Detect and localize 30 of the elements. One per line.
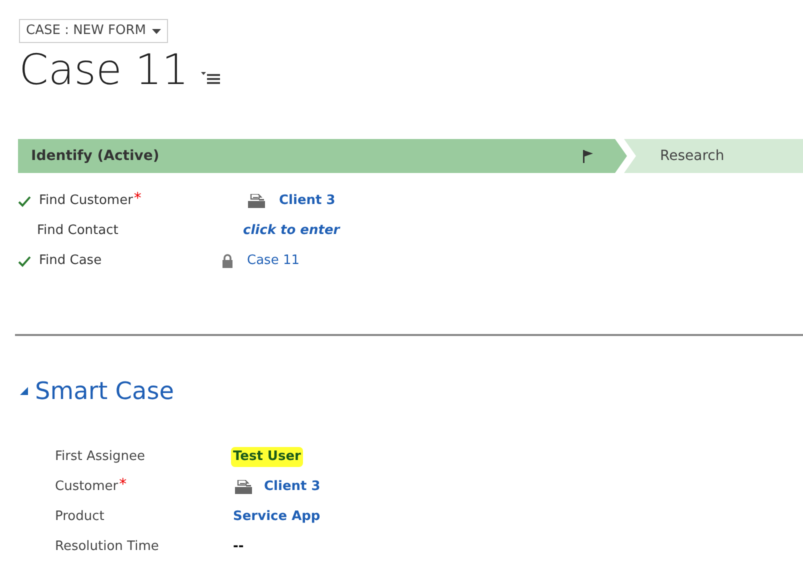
section-title: Smart Case (35, 376, 174, 406)
step-label: Find Customer (39, 192, 133, 210)
check-icon (18, 196, 31, 206)
customer-link[interactable]: Client 3 (264, 477, 320, 497)
click-to-enter-field[interactable]: click to enter (243, 221, 340, 241)
flag-icon (583, 150, 593, 162)
product-link[interactable]: Service App (233, 507, 320, 527)
caret-icon (152, 28, 161, 34)
customer-link[interactable]: Client 3 (279, 191, 336, 211)
step-label: Find Contact (37, 222, 118, 240)
form-selector[interactable]: CASE : NEW FORM (19, 19, 168, 43)
process-stage[interactable]: Research (624, 139, 803, 173)
field-value: -- (233, 538, 244, 556)
case-link[interactable]: Case 11 (247, 251, 300, 271)
step-label: Find Case (39, 252, 102, 270)
card-tray-icon (235, 480, 252, 494)
field-label: Resolution Time (55, 538, 159, 556)
card-tray-icon (248, 194, 265, 208)
assignee-value: Test User (231, 447, 303, 467)
collapse-icon[interactable] (20, 387, 28, 395)
check-icon (18, 256, 31, 266)
lock-icon (222, 254, 233, 268)
field-label: Product (55, 508, 104, 526)
process-stage[interactable]: Identify (Active) (18, 139, 627, 173)
required-asterisk: * (134, 191, 142, 206)
field-label: First Assignee (55, 448, 146, 466)
field-label: Customer (55, 478, 118, 496)
required-asterisk: * (119, 477, 127, 492)
record-title: Case 11 (19, 45, 189, 95)
list-menu-icon[interactable] (200, 72, 221, 85)
